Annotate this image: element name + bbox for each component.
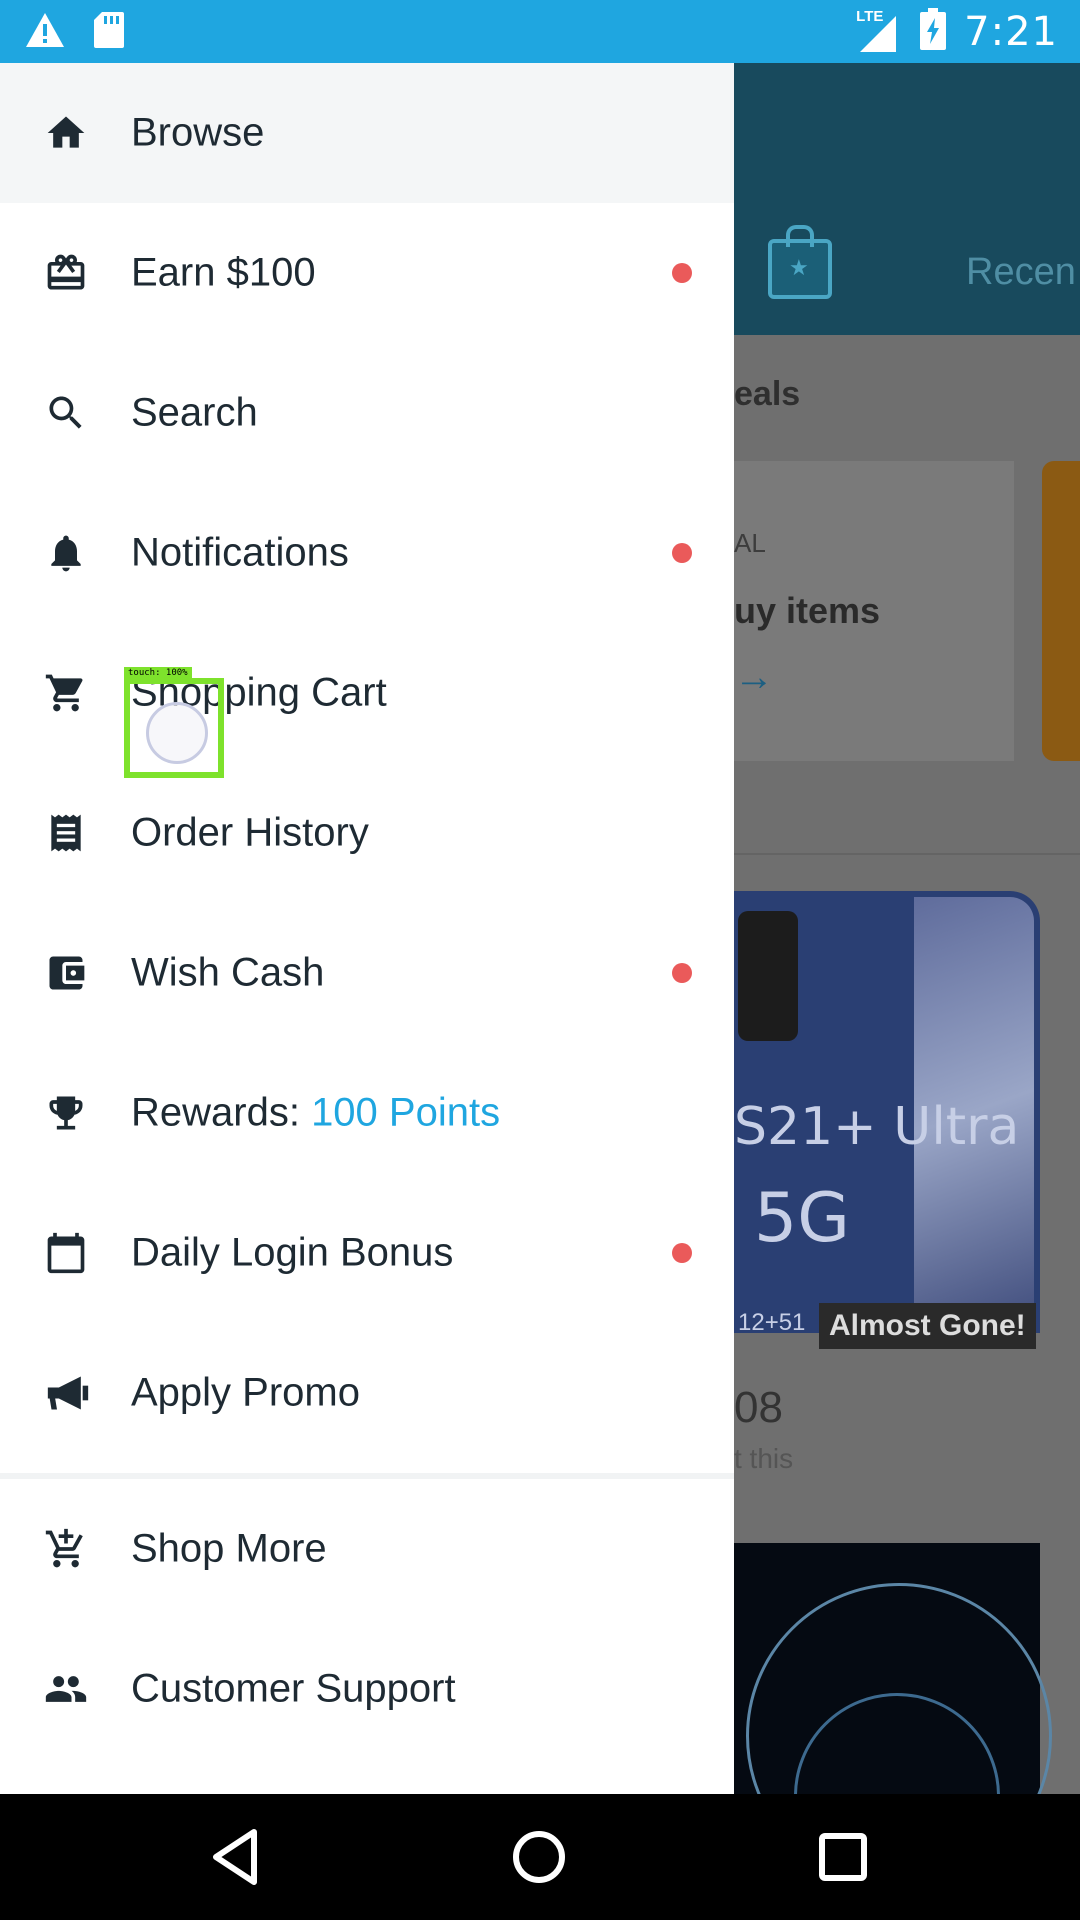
back-icon[interactable]	[204, 1824, 270, 1890]
sd-card-icon	[92, 10, 126, 55]
trophy-icon	[44, 1091, 88, 1135]
recents-icon[interactable]	[810, 1824, 876, 1890]
drawer-item-daily-login-bonus[interactable]: Daily Login Bonus	[0, 1183, 734, 1323]
drawer-item-label: Customer Support	[131, 1666, 456, 1711]
gift-icon	[44, 251, 88, 295]
almost-gone-badge: Almost Gone!	[819, 1303, 1036, 1349]
product-image-2	[734, 1543, 1052, 1794]
promo-card-tag: AL	[734, 528, 766, 558]
navigation-bar	[0, 1794, 1080, 1920]
drawer-item-label: Wish Cash	[131, 950, 325, 995]
arrow-right-icon: →	[734, 655, 774, 699]
warning-icon	[24, 11, 66, 54]
section-title: eals	[734, 375, 801, 413]
product-model-text: S21+ Ultra	[734, 1097, 1020, 1157]
signal-icon: LTE	[856, 8, 902, 54]
drawer-item-label: Notifications	[131, 530, 349, 575]
receipt-icon	[44, 811, 88, 855]
product-network-text: 5G	[754, 1179, 850, 1258]
drawer-item-customer-support[interactable]: Customer Support	[0, 1619, 734, 1759]
calendar-icon	[44, 1231, 88, 1275]
drawer-item-label: Search	[131, 390, 258, 435]
navigation-drawer: Browse Earn $100 Search Notifications Sh…	[0, 63, 734, 1794]
shopping-bag-icon: ★	[768, 225, 832, 299]
notification-dot	[672, 963, 692, 983]
clock: 7:21	[964, 8, 1058, 55]
background-app[interactable]: ★ Recen eals AL uy items → S21+ Ultra 5G…	[734, 63, 1080, 1794]
add-cart-icon	[44, 1527, 88, 1571]
home-icon	[44, 111, 88, 155]
status-bar: LTE 7:21	[0, 0, 1080, 63]
drawer-item-order-history[interactable]: Order History	[0, 763, 734, 903]
divider	[734, 853, 1080, 855]
drawer-item-browse[interactable]: Browse	[0, 63, 734, 203]
drawer-item-label: Order History	[131, 810, 369, 855]
home-button-icon[interactable]	[506, 1824, 572, 1890]
notification-dot	[672, 263, 692, 283]
notification-dot	[672, 543, 692, 563]
notification-dot	[672, 1243, 692, 1263]
bell-icon	[44, 531, 88, 575]
drawer-item-label: Apply Promo	[131, 1370, 360, 1415]
drawer-item-label: Daily Login Bonus	[131, 1230, 454, 1275]
drawer-item-earn[interactable]: Earn $100	[0, 203, 734, 343]
drawer-item-shop-more[interactable]: Shop More	[0, 1479, 734, 1619]
product-spec-text: 12+51	[738, 1309, 806, 1336]
tab-recent: Recen	[966, 251, 1076, 293]
drawer-item-apply-promo[interactable]: Apply Promo	[0, 1323, 734, 1463]
wallet-icon	[44, 951, 88, 995]
drawer-item-label: Browse	[131, 110, 265, 155]
background-header: ★ Recen	[734, 63, 1080, 335]
drawer-item-search[interactable]: Search	[0, 343, 734, 483]
drawer-item-wish-cash[interactable]: Wish Cash	[0, 903, 734, 1043]
product-price: 08	[734, 1383, 783, 1432]
touch-ripple	[146, 702, 208, 764]
drawer-item-label: Earn $100	[131, 250, 316, 295]
megaphone-icon	[44, 1371, 89, 1415]
search-icon	[44, 391, 88, 435]
drawer-item-label: Shop More	[131, 1526, 327, 1571]
product-price-sub: t this	[734, 1443, 794, 1474]
rewards-label: Rewards:	[131, 1090, 312, 1135]
drawer-item-shopping-cart[interactable]: Shopping Cart	[0, 623, 734, 763]
promo-card-2	[1042, 461, 1080, 761]
promo-card-title: uy items	[734, 590, 881, 631]
drawer-item-notifications[interactable]: Notifications	[0, 483, 734, 623]
drawer-item-rewards[interactable]: Rewards: 100 Points	[0, 1043, 734, 1183]
cart-icon	[44, 671, 88, 715]
drawer-item-label: Rewards: 100 Points	[131, 1091, 500, 1136]
people-icon	[44, 1667, 88, 1711]
battery-charging-icon	[920, 8, 947, 55]
rewards-points: 100 Points	[311, 1090, 501, 1135]
